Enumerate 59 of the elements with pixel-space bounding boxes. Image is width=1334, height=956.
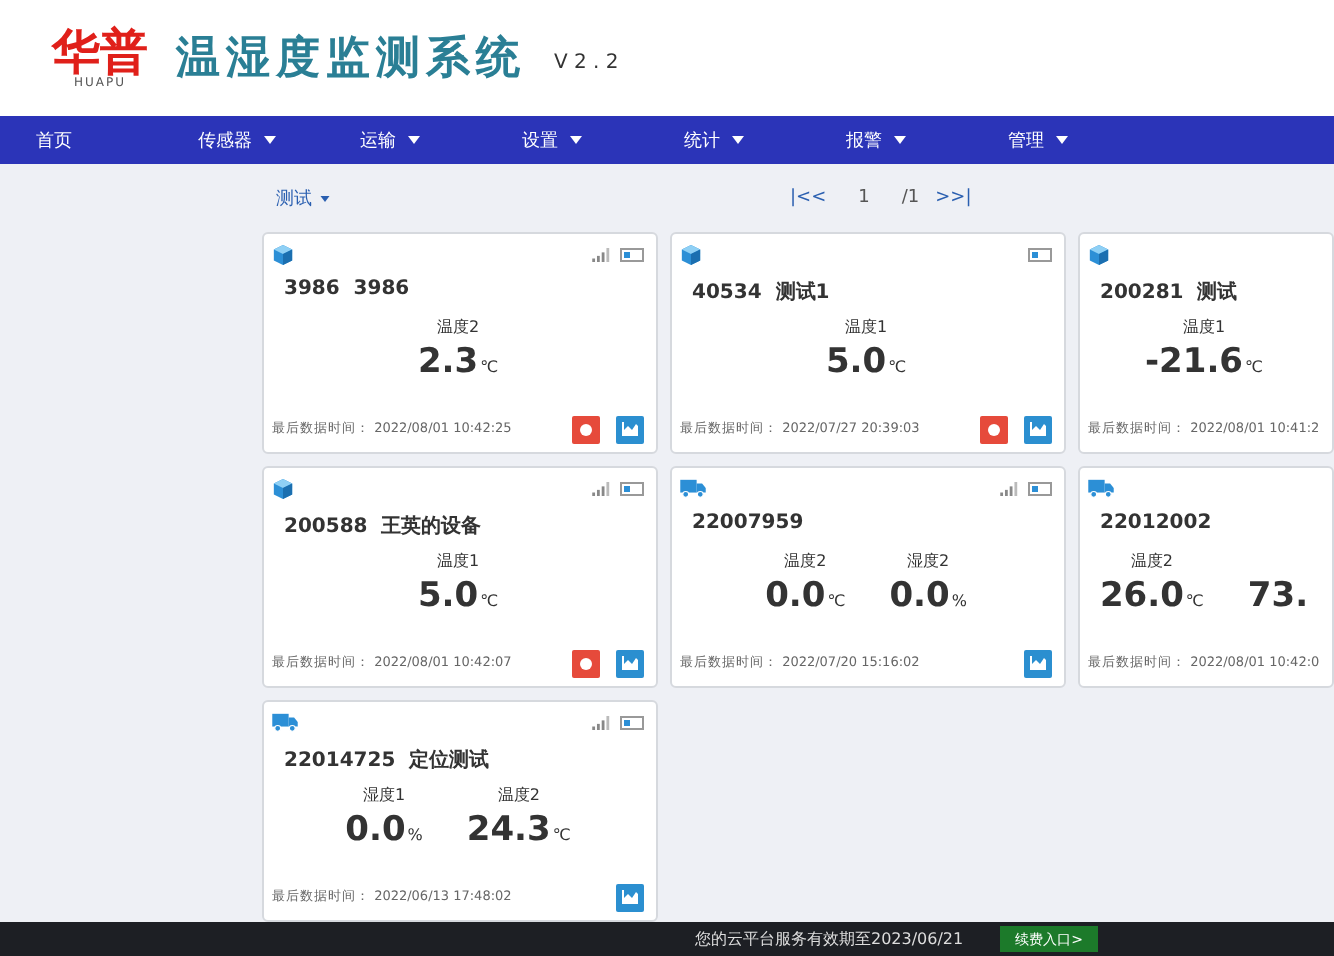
dot-icon bbox=[580, 423, 592, 435]
reading-label: 温度2 bbox=[436, 316, 480, 338]
reading-label: 温度1 bbox=[436, 550, 480, 572]
reading-value: 5.0℃ bbox=[825, 342, 907, 382]
record-button[interactable] bbox=[572, 415, 600, 443]
chart-button[interactable] bbox=[1024, 649, 1052, 677]
first-page-link[interactable]: |<< bbox=[790, 188, 827, 208]
chart-button[interactable] bbox=[616, 415, 644, 443]
page-total: /1 bbox=[901, 188, 920, 208]
device-title: 22007959 bbox=[692, 512, 806, 538]
version-label: V 2 . 2 bbox=[554, 51, 619, 73]
reading-label: 温度2 bbox=[784, 550, 827, 572]
reading-value: 5.0℃ bbox=[417, 576, 499, 616]
chart-icon bbox=[622, 422, 638, 436]
device-title: 200588 王英的设备 bbox=[284, 513, 484, 540]
chart-icon bbox=[622, 656, 638, 670]
device-title: 200281 测试 bbox=[1100, 279, 1240, 306]
logo-text: 华普 bbox=[52, 27, 148, 75]
reading-label: 温度2 bbox=[497, 784, 540, 806]
record-button[interactable] bbox=[980, 415, 1008, 443]
chart-button[interactable] bbox=[616, 883, 644, 911]
nav-item[interactable]: 报警 bbox=[846, 127, 1008, 153]
record-button[interactable] bbox=[572, 649, 600, 677]
device-title: 22012002 bbox=[1100, 512, 1214, 538]
reading-label: 温度2 bbox=[1130, 550, 1173, 572]
dot-icon bbox=[580, 657, 592, 669]
nav-item[interactable]: 管理 bbox=[1008, 127, 1170, 153]
last-page-link[interactable]: >>| bbox=[935, 188, 972, 208]
page-number: 1 bbox=[858, 188, 870, 208]
chart-icon bbox=[1030, 422, 1046, 436]
nav-item[interactable]: 传感器 bbox=[198, 127, 360, 153]
reading-value: 2.3℃ bbox=[417, 342, 499, 382]
chart-button[interactable] bbox=[1024, 415, 1052, 443]
nav-item[interactable]: 运输 bbox=[360, 127, 522, 153]
reading-label: 湿度2 bbox=[907, 550, 950, 572]
service-expiry-notice: 您的云平台服务有效期至2023/06/21 bbox=[695, 928, 964, 950]
chart-button[interactable] bbox=[616, 649, 644, 677]
reading-value: 0.0% bbox=[345, 810, 423, 850]
caret-icon bbox=[320, 195, 330, 201]
reading-value: 24.3℃ bbox=[466, 810, 571, 850]
reading-value: 0.0% bbox=[889, 576, 967, 616]
group-selector[interactable]: 测试 bbox=[276, 185, 330, 211]
nav-item[interactable]: 统计 bbox=[684, 127, 846, 153]
reading-label: 温度1 bbox=[844, 316, 888, 338]
reading-value: 73. bbox=[1247, 576, 1309, 616]
chart-icon bbox=[622, 890, 638, 904]
device-title: 3986 3986 bbox=[284, 278, 412, 304]
reading-value: 0.0℃ bbox=[765, 576, 846, 616]
chart-icon bbox=[1030, 656, 1046, 670]
reading-value: -21.6℃ bbox=[1145, 342, 1263, 382]
reading-value: 26.0℃ bbox=[1099, 576, 1204, 616]
device-title: 40534 测试1 bbox=[692, 279, 832, 306]
app-title: 温湿度监测系统 bbox=[176, 31, 526, 88]
nav-item[interactable]: 首页 bbox=[36, 127, 198, 153]
reading-label: 温度1 bbox=[1182, 316, 1226, 338]
device-title: 22014725 定位测试 bbox=[284, 746, 492, 774]
reading-label: 湿度1 bbox=[362, 784, 406, 806]
dot-icon bbox=[988, 423, 1000, 435]
nav-item[interactable]: 设置 bbox=[522, 127, 684, 153]
